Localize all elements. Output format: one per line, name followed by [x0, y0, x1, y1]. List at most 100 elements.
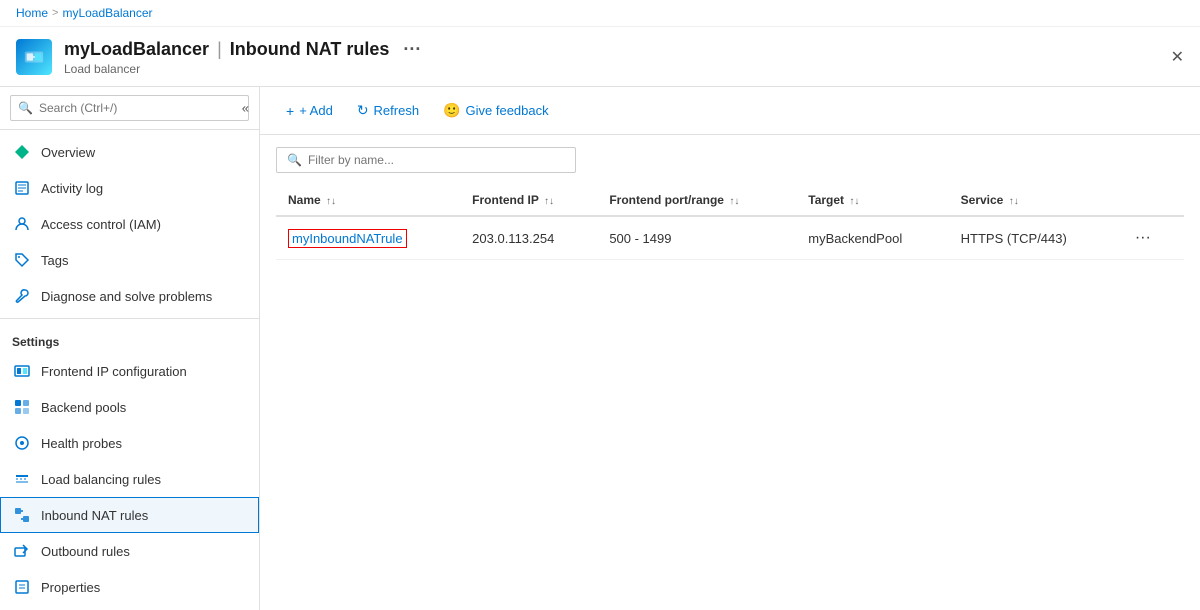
- page-header: myLoadBalancer | Inbound NAT rules ··· L…: [0, 27, 1200, 87]
- sidebar-item-properties[interactable]: Properties: [0, 569, 259, 605]
- filter-search-icon: 🔍: [287, 153, 302, 167]
- nat-rule-link[interactable]: myInboundNATrule: [288, 229, 407, 248]
- header-ellipsis-menu[interactable]: ···: [397, 37, 427, 62]
- tag-icon: [13, 251, 31, 269]
- main-layout: 🔍 « Overview Activity log: [0, 87, 1200, 610]
- probe-icon: [13, 434, 31, 452]
- sort-icon-target: ↑↓: [849, 196, 859, 207]
- inbound-nat-table: Name ↑↓ Frontend IP ↑↓ Frontend port/ran…: [276, 185, 1184, 260]
- sidebar-divider: [0, 318, 259, 319]
- sidebar-label-activity-log: Activity log: [41, 181, 103, 196]
- content-body: 🔍 Name ↑↓ Frontend IP ↑↓: [260, 135, 1200, 610]
- table-header: Name ↑↓ Frontend IP ↑↓ Frontend port/ran…: [276, 185, 1184, 216]
- sidebar-label-properties: Properties: [41, 580, 100, 595]
- filter-input[interactable]: [308, 153, 565, 167]
- header-subtitle: Load balancer: [64, 62, 1184, 76]
- sidebar-label-outbound-rules: Outbound rules: [41, 544, 130, 559]
- sidebar-item-backend-pools[interactable]: Backend pools: [0, 389, 259, 425]
- cell-service: HTTPS (TCP/443): [949, 216, 1117, 260]
- sidebar: 🔍 « Overview Activity log: [0, 87, 260, 610]
- nat-icon: [13, 506, 31, 524]
- sort-icon-name: ↑↓: [326, 196, 336, 207]
- col-name[interactable]: Name ↑↓: [276, 185, 460, 216]
- add-icon: +: [286, 103, 294, 119]
- sidebar-label-load-balancing-rules: Load balancing rules: [41, 472, 161, 487]
- col-frontend-ip[interactable]: Frontend IP ↑↓: [460, 185, 597, 216]
- search-input[interactable]: [10, 95, 249, 121]
- search-icon: 🔍: [18, 101, 33, 115]
- sidebar-nav: Overview Activity log Access control (IA…: [0, 130, 259, 610]
- page-title: myLoadBalancer | Inbound NAT rules ···: [64, 37, 1184, 62]
- sidebar-label-frontend-ip: Frontend IP configuration: [41, 364, 187, 379]
- sidebar-search-container: 🔍 «: [0, 87, 259, 130]
- feedback-label: Give feedback: [466, 103, 549, 118]
- close-button[interactable]: ✕: [1171, 47, 1184, 67]
- filter-bar: 🔍: [276, 147, 1184, 173]
- sort-icon-frontend-ip: ↑↓: [544, 196, 554, 207]
- col-frontend-port[interactable]: Frontend port/range ↑↓: [597, 185, 796, 216]
- wrench-icon: [13, 287, 31, 305]
- col-service[interactable]: Service ↑↓: [949, 185, 1117, 216]
- sidebar-item-inbound-nat[interactable]: Inbound NAT rules: [0, 497, 259, 533]
- rules-icon: [13, 470, 31, 488]
- header-title-block: myLoadBalancer | Inbound NAT rules ··· L…: [64, 37, 1184, 76]
- col-name-label: Name: [288, 193, 321, 207]
- table-row: myInboundNATrule 203.0.113.254 500 - 149…: [276, 216, 1184, 260]
- ip-icon: [13, 362, 31, 380]
- feedback-button[interactable]: 🙂 Give feedback: [433, 97, 559, 124]
- sidebar-item-access-control[interactable]: Access control (IAM): [0, 206, 259, 242]
- content-area: + + Add ↻ Refresh 🙂 Give feedback 🔍: [260, 87, 1200, 610]
- pool-icon: [13, 398, 31, 416]
- cell-frontend-port: 500 - 1499: [597, 216, 796, 260]
- person-icon: [13, 215, 31, 233]
- sort-icon-service: ↑↓: [1009, 196, 1019, 207]
- settings-section-label: Settings: [0, 323, 259, 353]
- refresh-button[interactable]: ↻ Refresh: [347, 97, 429, 124]
- sidebar-item-locks[interactable]: Locks: [0, 605, 259, 610]
- resource-icon: [16, 39, 52, 75]
- cell-target: myBackendPool: [796, 216, 948, 260]
- sidebar-label-access-control: Access control (IAM): [41, 217, 161, 232]
- sidebar-item-tags[interactable]: Tags: [0, 242, 259, 278]
- add-label: + Add: [299, 103, 333, 118]
- breadcrumb-home[interactable]: Home: [16, 6, 48, 20]
- sidebar-label-tags: Tags: [41, 253, 68, 268]
- col-target-label: Target: [808, 193, 844, 207]
- refresh-label: Refresh: [374, 103, 420, 118]
- outbound-icon: [13, 542, 31, 560]
- cell-more-actions: ···: [1117, 216, 1184, 260]
- breadcrumb-separator: >: [52, 7, 58, 19]
- sidebar-label-overview: Overview: [41, 145, 95, 160]
- cell-frontend-ip: 203.0.113.254: [460, 216, 597, 260]
- sidebar-label-health-probes: Health probes: [41, 436, 122, 451]
- toolbar: + + Add ↻ Refresh 🙂 Give feedback: [260, 87, 1200, 135]
- filter-input-container: 🔍: [276, 147, 576, 173]
- sidebar-label-diagnose: Diagnose and solve problems: [41, 289, 212, 304]
- col-frontend-ip-label: Frontend IP: [472, 193, 538, 207]
- feedback-icon: 🙂: [443, 102, 460, 119]
- sidebar-item-frontend-ip[interactable]: Frontend IP configuration: [0, 353, 259, 389]
- sidebar-item-diagnose[interactable]: Diagnose and solve problems: [0, 278, 259, 314]
- sidebar-item-activity-log[interactable]: Activity log: [0, 170, 259, 206]
- sidebar-item-outbound-rules[interactable]: Outbound rules: [0, 533, 259, 569]
- cell-name: myInboundNATrule: [276, 216, 460, 260]
- sidebar-label-inbound-nat: Inbound NAT rules: [41, 508, 148, 523]
- row-more-button[interactable]: ···: [1129, 227, 1157, 249]
- refresh-icon: ↻: [357, 102, 369, 119]
- col-target[interactable]: Target ↑↓: [796, 185, 948, 216]
- log-icon: [13, 179, 31, 197]
- diamond-icon: [13, 143, 31, 161]
- sort-icon-frontend-port: ↑↓: [729, 196, 739, 207]
- sidebar-item-load-balancing-rules[interactable]: Load balancing rules: [0, 461, 259, 497]
- col-service-label: Service: [961, 193, 1004, 207]
- col-frontend-port-label: Frontend port/range: [609, 193, 724, 207]
- breadcrumb-current[interactable]: myLoadBalancer: [62, 6, 152, 20]
- breadcrumb: Home > myLoadBalancer: [0, 0, 1200, 27]
- properties-icon: [13, 578, 31, 596]
- collapse-icon[interactable]: «: [242, 101, 249, 116]
- add-button[interactable]: + + Add: [276, 98, 343, 124]
- sidebar-item-overview[interactable]: Overview: [0, 134, 259, 170]
- table-body: myInboundNATrule 203.0.113.254 500 - 149…: [276, 216, 1184, 260]
- sidebar-label-backend-pools: Backend pools: [41, 400, 126, 415]
- sidebar-item-health-probes[interactable]: Health probes: [0, 425, 259, 461]
